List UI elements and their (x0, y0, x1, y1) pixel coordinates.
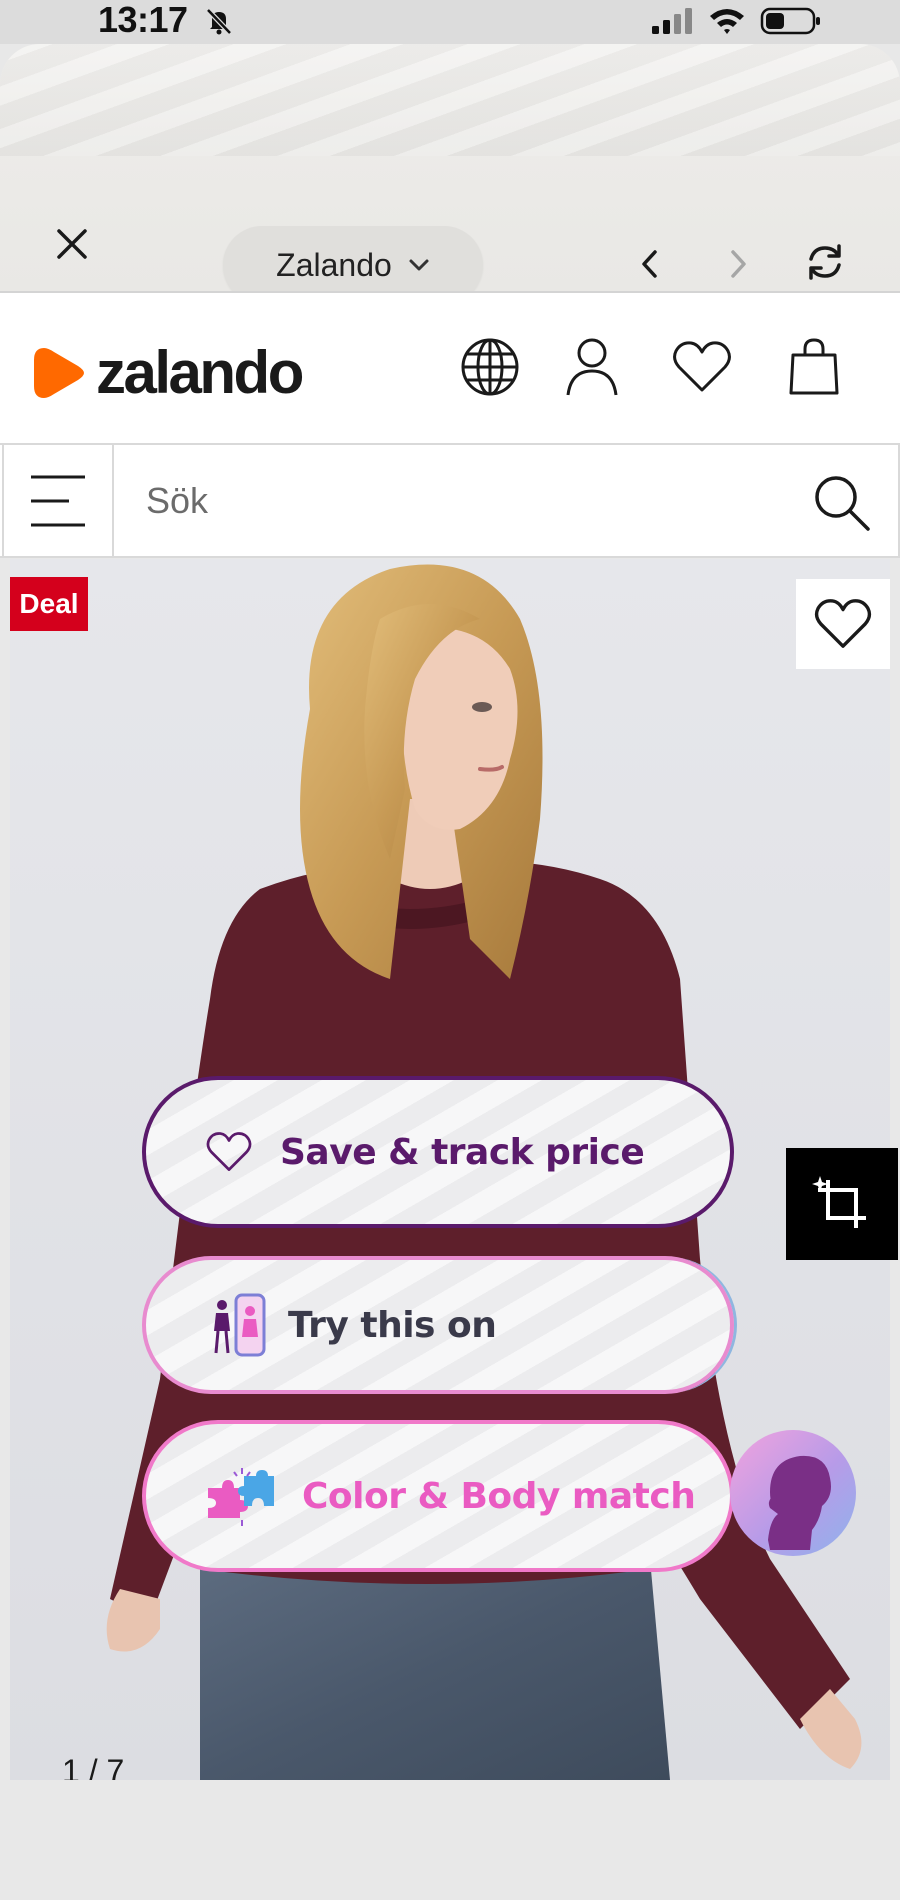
search-input[interactable] (146, 473, 786, 529)
color-body-match-button[interactable]: Color & Body match (142, 1420, 734, 1572)
heart-outline-icon (206, 1132, 252, 1171)
zalando-play-icon (34, 348, 84, 398)
back-button[interactable] (630, 240, 670, 288)
status-time: 13:17 (98, 0, 188, 40)
deal-badge: Deal (10, 577, 88, 631)
chevron-right-icon (731, 250, 746, 278)
account-button[interactable] (560, 335, 624, 399)
try-on-mirror-icon (214, 1293, 266, 1357)
try-this-on-button[interactable]: Try this on (142, 1256, 734, 1394)
search-icon (815, 476, 870, 531)
menu-icon (31, 475, 85, 526)
try-this-on-label: Try this on (288, 1304, 497, 1346)
save-track-price-button[interactable]: Save & track price (142, 1076, 734, 1228)
wishlist-button[interactable] (670, 335, 734, 399)
puzzle-match-icon (208, 1468, 274, 1526)
wifi-icon (710, 9, 744, 34)
bell-slash-icon (206, 8, 232, 35)
close-button[interactable] (48, 220, 96, 268)
zalando-logo[interactable]: zalando (30, 339, 304, 406)
user-icon (566, 338, 618, 396)
status-bar: 13:17 (0, 0, 900, 44)
reload-icon (809, 244, 841, 280)
heart-icon (814, 599, 872, 648)
menu-button[interactable] (2, 445, 114, 556)
battery-icon (760, 7, 820, 35)
woman-silhouette-icon (768, 1455, 831, 1550)
forward-button[interactable] (718, 240, 758, 288)
image-pager: 1 / 7 (62, 1753, 125, 1780)
reload-button[interactable] (800, 236, 850, 288)
cart-button[interactable] (782, 335, 846, 399)
crop-sparkle-icon (812, 1176, 866, 1228)
signal-icon (652, 8, 692, 34)
visual-search-button[interactable] (786, 1148, 898, 1260)
globe-icon (461, 338, 519, 396)
site-selector[interactable]: Zalando (223, 226, 483, 292)
search-row (0, 443, 900, 558)
search-button[interactable] (810, 471, 874, 535)
browser-toolbar: Zalando (0, 184, 900, 292)
save-track-price-label: Save & track price (280, 1131, 645, 1173)
chevron-left-icon (642, 250, 657, 278)
language-button[interactable] (458, 335, 522, 399)
close-icon (57, 229, 87, 259)
browser-top-decoration (0, 44, 900, 156)
browser-sheet: Zalando (0, 44, 900, 292)
bag-icon (789, 338, 839, 395)
bottom-bar (0, 1780, 900, 1900)
heart-icon (673, 341, 731, 392)
site-selector-label: Zalando (276, 246, 392, 283)
logo-text: zalando (96, 339, 304, 406)
color-body-match-label: Color & Body match (302, 1475, 696, 1517)
style-assistant-button[interactable] (730, 1430, 856, 1556)
site-header: zalando (0, 293, 900, 443)
add-to-wishlist-button[interactable] (796, 579, 890, 669)
chevron-down-icon (409, 259, 429, 271)
